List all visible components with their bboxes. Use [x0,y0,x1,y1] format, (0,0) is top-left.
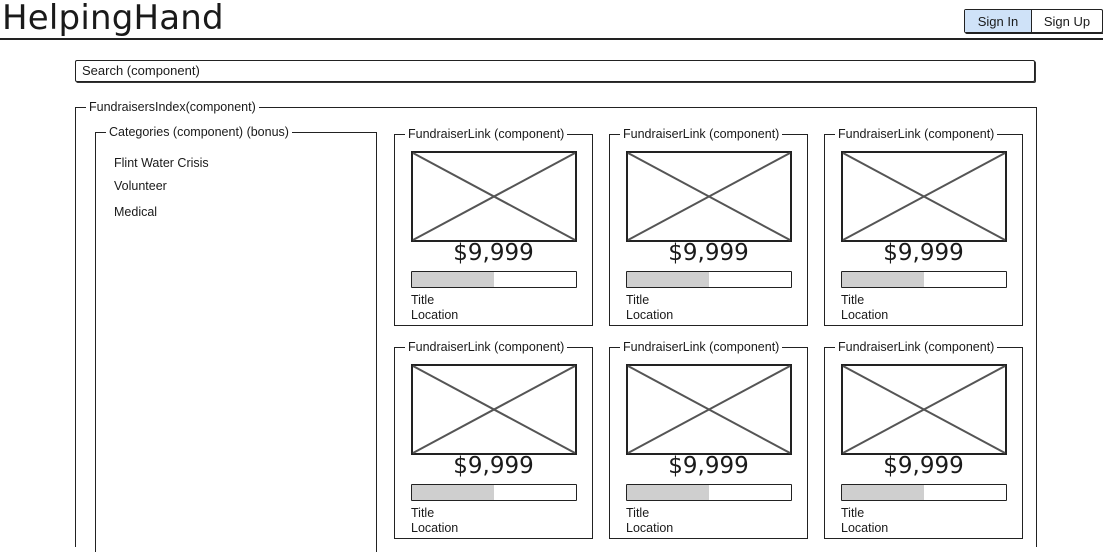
fundraiser-progress-bar [626,271,792,288]
fundraiser-link-label: FundraiserLink (component) [405,126,568,142]
image-placeholder-icon[interactable] [841,151,1007,242]
fundraiser-location: Location [411,521,459,535]
categories-label: Categories (component) (bonus) [106,124,292,140]
header-divider [0,38,1103,40]
fundraiser-progress-bar [626,484,792,501]
fundraiser-amount: $9,999 [668,240,749,266]
fundraiser-amount: $9,999 [883,453,964,479]
fundraiser-amount: $9,999 [453,240,534,266]
auth-buttons: Sign In Sign Up [964,9,1103,33]
fundraiser-location: Location [411,308,459,322]
fundraiser-link-card[interactable]: FundraiserLink (component) $9,999 Title Loc… [394,339,593,539]
fundraiser-amount: $9,999 [883,240,964,266]
fundraiser-link-card[interactable]: FundraiserLink (component) $9,999 Title Loc… [609,126,808,326]
fundraiser-progress-fill [412,272,494,287]
fundraiser-title[interactable]: Title [841,506,864,521]
image-placeholder-icon[interactable] [411,364,577,455]
image-placeholder-icon[interactable] [841,364,1007,455]
fundraiser-location: Location [626,308,674,322]
fundraiser-progress-fill [842,272,924,287]
fundraiser-progress-fill [627,272,709,287]
fundraiser-link-label: FundraiserLink (component) [620,126,783,142]
fundraiser-location: Location [841,521,889,535]
fundraiser-progress-bar [841,271,1007,288]
fundraiser-link-label: FundraiserLink (component) [405,339,568,355]
category-item-volunteer[interactable]: Volunteer [114,178,167,194]
fundraiser-progress-fill [412,485,494,500]
image-placeholder-icon[interactable] [626,151,792,242]
fundraisers-index-label: FundraisersIndex(component) [86,99,259,115]
fundraiser-title[interactable]: Title [411,293,434,308]
fundraiser-location: Location [626,521,674,535]
fundraiser-link-card[interactable]: FundraiserLink (component) $9,999 Title Loc… [394,126,593,326]
fundraiser-progress-fill [842,485,924,500]
fundraiser-progress-bar [841,484,1007,501]
brand-logo[interactable]: HelpingHand [2,0,224,40]
fundraiser-link-label: FundraiserLink (component) [835,339,998,355]
category-item-flint-water-crisis[interactable]: Flint Water Crisis [114,155,209,171]
fundraiser-link-label: FundraiserLink (component) [835,126,998,142]
category-item-medical[interactable]: Medical [114,204,157,220]
fundraiser-progress-fill [627,485,709,500]
fundraiser-title[interactable]: Title [841,293,864,308]
fundraiser-amount: $9,999 [453,453,534,479]
search-input[interactable]: Search (component) [75,60,1035,82]
fundraiser-progress-bar [411,484,577,501]
fundraiser-title[interactable]: Title [626,506,649,521]
image-placeholder-icon[interactable] [411,151,577,242]
fundraiser-link-card[interactable]: FundraiserLink (component) $9,999 Title Loc… [824,126,1023,326]
sign-up-button[interactable]: Sign Up [1032,10,1102,32]
fundraiser-progress-bar [411,271,577,288]
fundraiser-link-card[interactable]: FundraiserLink (component) $9,999 Title Loc… [824,339,1023,539]
fundraiser-link-card[interactable]: FundraiserLink (component) $9,999 Title Loc… [609,339,808,539]
categories-panel: Categories (component) (bonus) [95,124,377,552]
fundraiser-amount: $9,999 [668,453,749,479]
image-placeholder-icon[interactable] [626,364,792,455]
fundraiser-location: Location [841,308,889,322]
fundraiser-link-label: FundraiserLink (component) [620,339,783,355]
fundraiser-title[interactable]: Title [411,506,434,521]
fundraiser-title[interactable]: Title [626,293,649,308]
sign-in-button[interactable]: Sign In [965,10,1032,32]
